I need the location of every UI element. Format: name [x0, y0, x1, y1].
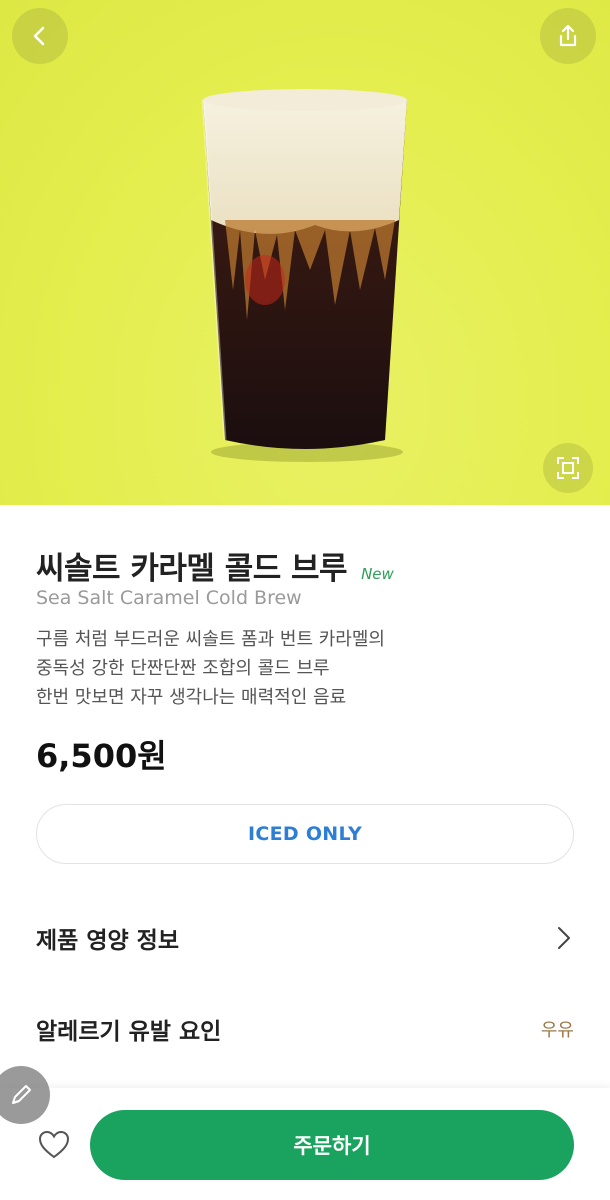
- drink-image: [201, 89, 407, 462]
- product-english-name: Sea Salt Caramel Cold Brew: [36, 587, 302, 609]
- title-row: 씨솔트 카라멜 콜드 브루 New: [36, 543, 394, 588]
- heart-icon: [38, 1130, 70, 1159]
- product-hero: [0, 0, 610, 505]
- back-button[interactable]: [12, 8, 68, 64]
- share-button[interactable]: [540, 8, 596, 64]
- new-badge: New: [361, 565, 394, 583]
- chevron-left-icon: [33, 26, 45, 46]
- description-line: 구름 처럼 부드러운 씨솔트 폼과 번트 카라멜의: [36, 629, 385, 650]
- allergy-info-row: 알레르기 유발 요인 우유: [36, 1007, 574, 1051]
- share-icon: [559, 24, 577, 47]
- allergy-value: 우유: [540, 1020, 574, 1041]
- temperature-option[interactable]: ICED ONLY: [36, 804, 574, 864]
- product-description: 구름 처럼 부드러운 씨솔트 폼과 번트 카라멜의 중독성 강한 단짠단짠 조합…: [36, 625, 385, 712]
- fullscreen-button[interactable]: [543, 443, 593, 493]
- pencil-icon: [12, 1085, 31, 1104]
- fullscreen-icon: [557, 457, 579, 479]
- order-button[interactable]: 주문하기: [90, 1110, 574, 1180]
- product-title: 씨솔트 카라멜 콜드 브루: [36, 551, 348, 587]
- description-line: 중독성 강한 단짠단짠 조합의 콜드 브루: [36, 658, 330, 679]
- chevron-right-icon: [558, 927, 570, 949]
- nutrition-info-label: 제품 영양 정보: [36, 928, 179, 954]
- product-price: 6,500원: [36, 737, 167, 775]
- allergy-info-label: 알레르기 유발 요인: [36, 1019, 222, 1045]
- favorite-button[interactable]: [37, 1128, 71, 1162]
- description-line: 한번 맛보면 자꾸 생각나는 매력적인 음료: [36, 687, 347, 708]
- nutrition-info-row[interactable]: 제품 영양 정보: [36, 916, 574, 960]
